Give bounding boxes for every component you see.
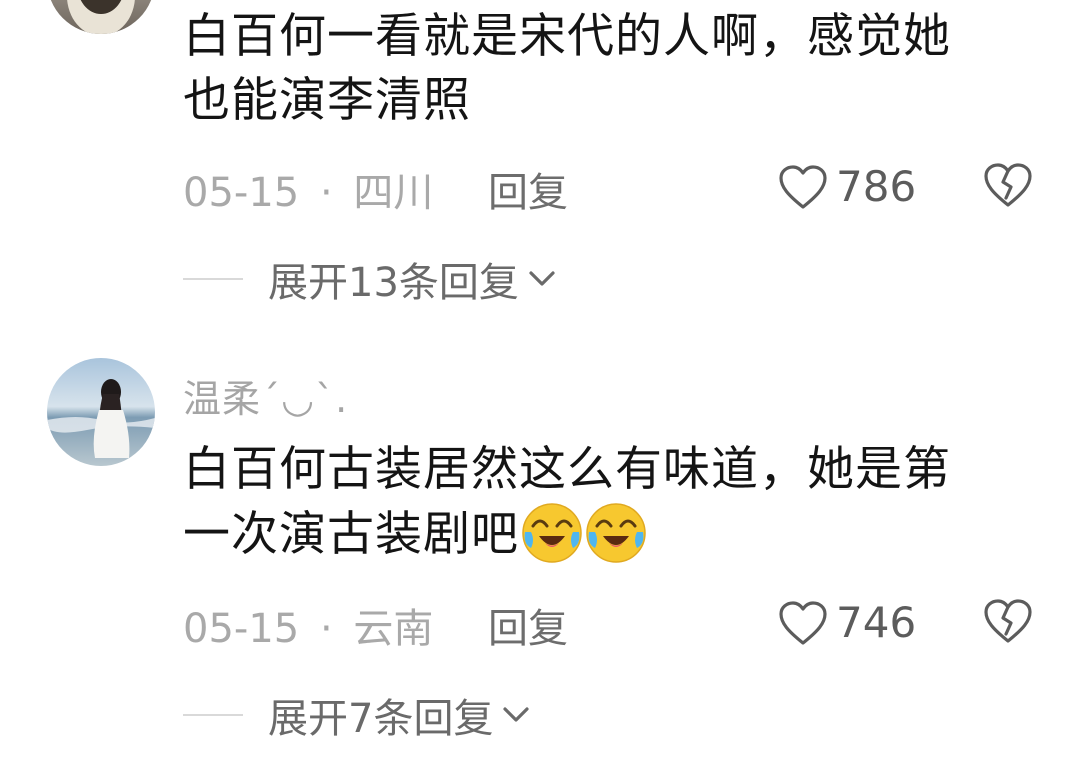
comment-text-line: 也能演李清照: [183, 73, 471, 128]
broken-heart-icon: [984, 163, 1032, 207]
heart-outline-icon: [779, 164, 827, 209]
like-count: 786: [836, 162, 917, 211]
comment-text-line: 一次演古装剧吧: [183, 507, 519, 562]
expand-replies[interactable]: 展开13条回复: [183, 250, 557, 308]
expand-replies-label: 展开13条回复: [268, 260, 519, 306]
heart-outline-icon: [779, 600, 827, 645]
broken-heart-icon: [984, 599, 1032, 643]
comment-text-line-with-emoji: 一次演古装剧吧: [183, 502, 1023, 567]
comment-text-line: 白百何古装居然这么有味道，她是第: [183, 442, 951, 497]
meta-separator: ·: [319, 170, 333, 216]
comment-text: 白百何一看就是宋代的人啊，感觉她 也能演李清照: [183, 5, 1023, 133]
comment-date: 05-15: [183, 170, 300, 216]
expand-divider: [183, 714, 243, 716]
comment-location: 云南: [353, 606, 434, 652]
comment-location: 四川: [353, 170, 434, 216]
reply-button[interactable]: 回复: [488, 596, 568, 654]
comment-text: 白百何古装居然这么有味道，她是第 一次演古装剧吧: [183, 438, 1023, 567]
like-count: 746: [836, 598, 917, 647]
username[interactable]: 温柔´◡`.: [183, 368, 348, 423]
crying-laughing-emoji: [521, 502, 583, 564]
expand-replies-label: 展开7条回复: [268, 696, 494, 742]
meta-separator: ·: [319, 606, 333, 652]
comment-text-line: 白百何一看就是宋代的人啊，感觉她: [183, 9, 951, 64]
comment-meta: 05-15 · 四川: [183, 160, 433, 218]
like-button[interactable]: 786: [778, 162, 916, 211]
comment-date: 05-15: [183, 606, 300, 652]
reply-button[interactable]: 回复: [488, 160, 568, 218]
expand-replies[interactable]: 展开7条回复: [183, 686, 531, 744]
like-button[interactable]: 746: [778, 598, 916, 647]
expand-divider: [183, 278, 243, 280]
dislike-button[interactable]: [983, 598, 1033, 644]
chevron-down-icon: [501, 703, 531, 727]
dislike-button[interactable]: [983, 162, 1033, 208]
avatar[interactable]: [47, 0, 155, 34]
crying-laughing-emoji: [585, 502, 647, 564]
chevron-down-icon: [527, 267, 557, 291]
avatar[interactable]: [47, 358, 155, 466]
comment-meta: 05-15 · 云南: [183, 596, 433, 654]
